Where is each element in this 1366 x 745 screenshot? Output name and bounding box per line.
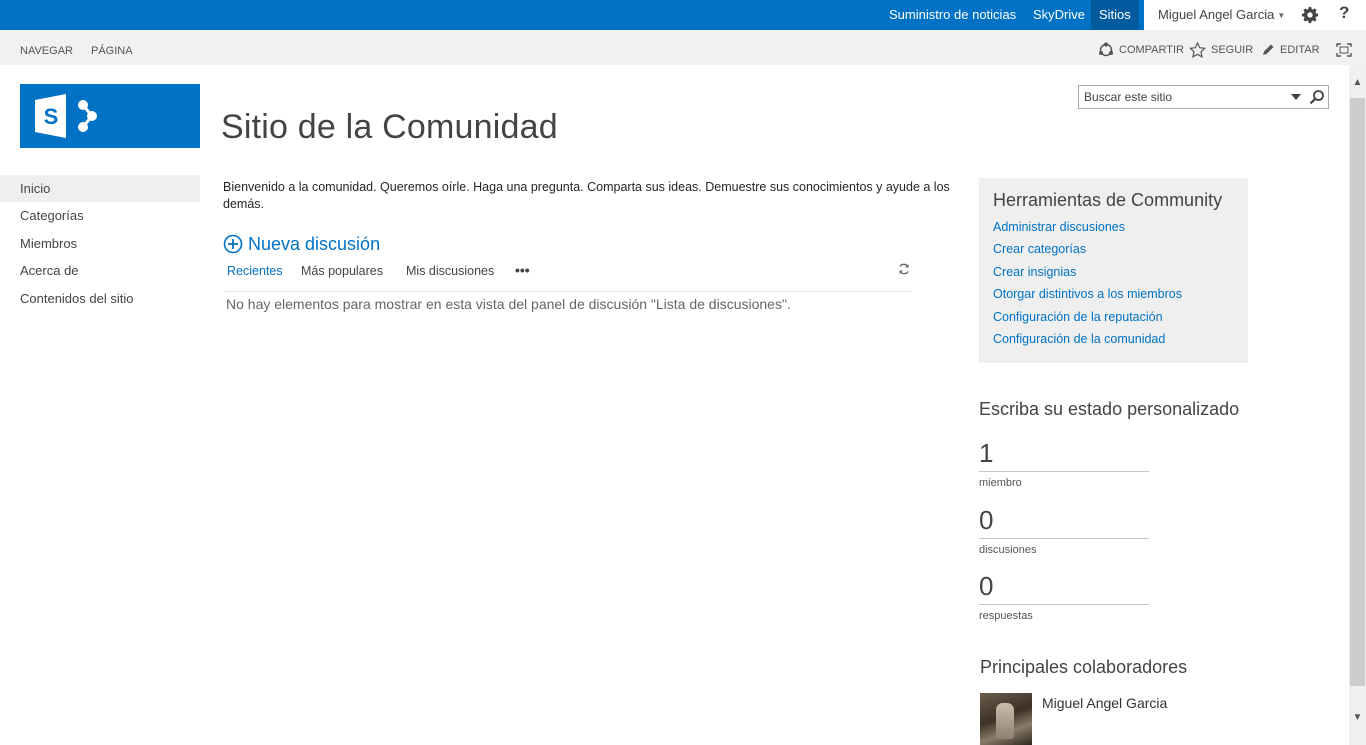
- sharepoint-logo-icon: S: [35, 94, 97, 138]
- scroll-down-icon[interactable]: ▼: [1349, 712, 1366, 726]
- edit-button[interactable]: EDITAR: [1261, 42, 1320, 58]
- help-icon[interactable]: ?: [1339, 3, 1349, 23]
- tab-mas-populares[interactable]: Más populares: [301, 264, 383, 278]
- suite-bar: Suministro de noticias SkyDrive Sitios M…: [0, 0, 1366, 30]
- empty-list-message: No hay elementos para mostrar en esta vi…: [226, 296, 791, 312]
- svg-text:S: S: [44, 104, 59, 129]
- scroll-up-icon[interactable]: ▲: [1349, 77, 1366, 91]
- pencil-icon: [1263, 44, 1274, 55]
- focus-content-icon[interactable]: [1336, 43, 1352, 57]
- stat-label: discusiones: [979, 544, 1037, 556]
- search-scope-dropdown-icon[interactable]: [1289, 91, 1303, 103]
- stat-discussions: 0 discusiones: [979, 505, 1149, 556]
- new-discussion-button[interactable]: Nueva discusión: [223, 232, 380, 256]
- top-contributors-title: Principales colaboradores: [980, 657, 1188, 677]
- follow-button[interactable]: SEGUIR: [1189, 42, 1253, 58]
- share-label: COMPARTIR: [1119, 44, 1184, 56]
- stat-value: 0: [979, 571, 1149, 605]
- tab-mis-discusiones[interactable]: Mis discusiones: [406, 264, 494, 278]
- share-icon: [1099, 42, 1113, 57]
- search-input[interactable]: [1079, 86, 1279, 108]
- scroll-thumb[interactable]: [1350, 98, 1365, 686]
- vertical-scrollbar[interactable]: ▲ ▼: [1349, 65, 1366, 745]
- nav-item-inicio[interactable]: Inicio: [0, 175, 200, 203]
- tool-link-configuracion-reputacion[interactable]: Configuración de la reputación: [993, 306, 1248, 328]
- avatar[interactable]: [980, 693, 1032, 745]
- edit-label: EDITAR: [1280, 44, 1320, 56]
- add-circle-icon: [223, 234, 243, 254]
- follow-label: SEGUIR: [1211, 44, 1254, 56]
- caret-down-icon: ▼: [1277, 10, 1286, 20]
- tool-link-configuracion-comunidad[interactable]: Configuración de la comunidad: [993, 328, 1248, 350]
- page-title: Sitio de la Comunidad: [221, 108, 558, 146]
- new-discussion-label: Nueva discusión: [248, 233, 381, 254]
- contributor-name[interactable]: Miguel Angel Garcia: [1042, 695, 1167, 711]
- community-tools-panel: Herramientas de Community Administrar di…: [979, 178, 1248, 363]
- tool-link-crear-insignias[interactable]: Crear insignias: [993, 261, 1248, 283]
- tab-navegar[interactable]: NAVEGAR: [20, 30, 73, 65]
- sites-link[interactable]: Sitios: [1091, 0, 1139, 30]
- newsfeed-link[interactable]: Suministro de noticias: [889, 0, 1016, 30]
- views-divider: [225, 291, 912, 292]
- gear-icon[interactable]: [1301, 6, 1319, 24]
- tool-link-crear-categorias[interactable]: Crear categorías: [993, 238, 1248, 260]
- stat-value: 0: [979, 505, 1149, 539]
- tool-link-otorgar-distintivos[interactable]: Otorgar distintivos a los miembros: [993, 283, 1248, 305]
- more-views-icon[interactable]: •••: [515, 262, 530, 278]
- stat-members: 1 miembro: [979, 438, 1149, 489]
- stat-replies: 0 respuestas: [979, 571, 1149, 622]
- tab-pagina[interactable]: PÁGINA: [91, 30, 133, 65]
- user-menu[interactable]: Miguel Angel Garcia ▼: [1158, 0, 1285, 30]
- search-icon[interactable]: [1309, 89, 1325, 105]
- skydrive-link[interactable]: SkyDrive: [1033, 0, 1085, 30]
- tools-title: Herramientas de Community: [993, 190, 1223, 210]
- nav-item-categorias[interactable]: Categorías: [0, 202, 200, 229]
- avatar-photo: [996, 703, 1014, 739]
- sharepoint-logo[interactable]: S: [20, 84, 200, 148]
- nav-item-miembros[interactable]: Miembros: [0, 230, 200, 257]
- star-icon: [1189, 42, 1206, 58]
- stat-label: miembro: [979, 477, 1022, 489]
- nav-item-acerca-de[interactable]: Acerca de: [0, 257, 200, 284]
- quick-launch: Inicio Categorías Miembros Acerca de Con…: [0, 175, 200, 312]
- share-button[interactable]: COMPARTIR: [1098, 42, 1184, 58]
- tool-link-administrar-discusiones[interactable]: Administrar discusiones: [993, 216, 1248, 238]
- status-title[interactable]: Escriba su estado personalizado: [979, 399, 1239, 420]
- nav-item-contenidos-del-sitio[interactable]: Contenidos del sitio: [0, 285, 200, 312]
- tab-recientes[interactable]: Recientes: [227, 264, 283, 278]
- stat-value: 1: [979, 438, 1149, 472]
- user-area: Miguel Angel Garcia ▼ ?: [1144, 0, 1366, 30]
- user-name: Miguel Angel Garcia: [1158, 7, 1275, 22]
- site-search: [1078, 85, 1329, 109]
- ribbon-bar: NAVEGAR PÁGINA COMPARTIR SEGUIR EDITAR: [0, 30, 1366, 65]
- stat-label: respuestas: [979, 610, 1033, 622]
- welcome-text: Bienvenido a la comunidad. Queremos oírl…: [223, 180, 950, 211]
- refresh-icon[interactable]: [897, 262, 911, 276]
